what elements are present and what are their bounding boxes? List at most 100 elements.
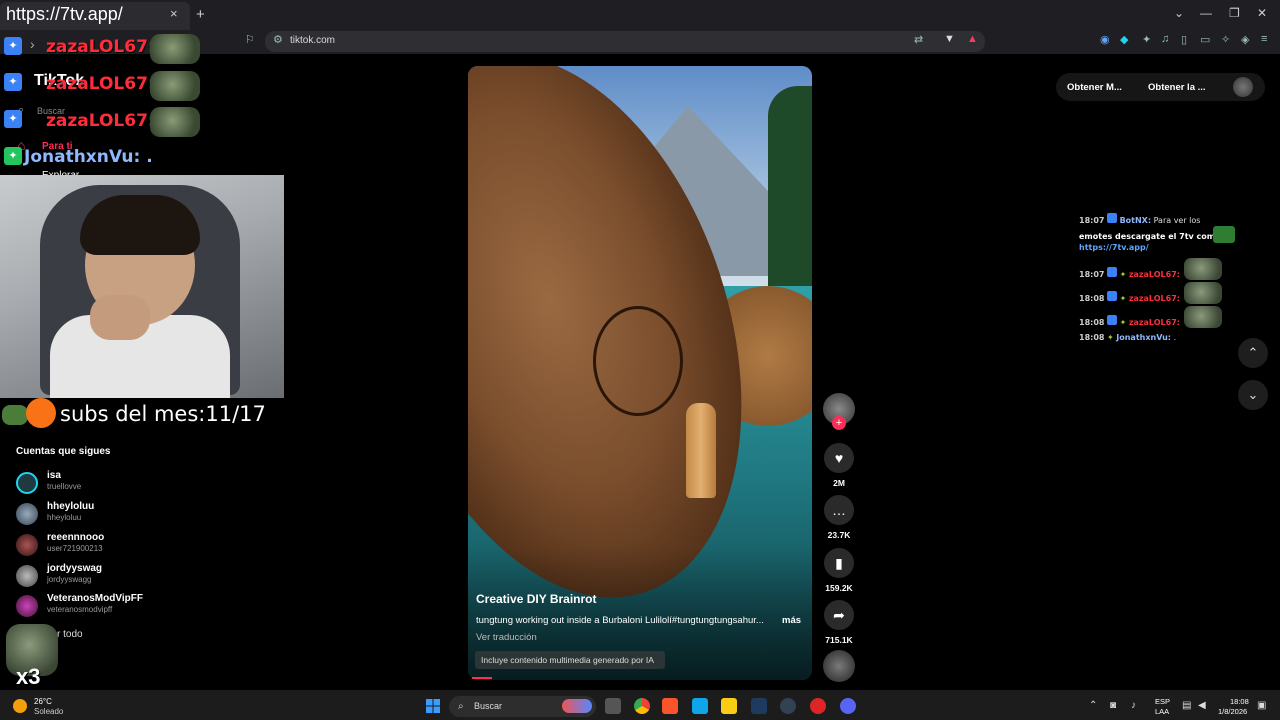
follow-plus-icon[interactable]: + bbox=[832, 416, 846, 430]
account-name: VeteranosModVipFF bbox=[47, 593, 143, 604]
chat-badge-icon: ✦ bbox=[4, 73, 22, 91]
steam-icon[interactable] bbox=[751, 698, 767, 714]
tab-close-icon[interactable]: × bbox=[170, 6, 178, 21]
following-account[interactable]: VeteranosModVipFF veteranosmodvipff bbox=[16, 593, 156, 621]
webcam-person-hand bbox=[90, 295, 150, 340]
following-account[interactable]: isa truellovve bbox=[16, 470, 156, 498]
close-window-button[interactable]: ✕ bbox=[1257, 6, 1267, 20]
brave-rewards-icon[interactable]: ▲ bbox=[967, 33, 978, 45]
translate-link[interactable]: Ver traducción bbox=[476, 632, 537, 643]
brave-icon[interactable] bbox=[662, 698, 678, 714]
weather-desc[interactable]: Soleado bbox=[34, 707, 63, 716]
clock-date[interactable]: 1/8/2026 bbox=[1218, 707, 1247, 716]
video-player[interactable] bbox=[468, 66, 812, 680]
wallet-icon[interactable]: ▭ bbox=[1200, 33, 1210, 46]
weather-temp[interactable]: 26°C bbox=[34, 697, 52, 706]
microphone-icon[interactable]: ♪ bbox=[1131, 700, 1136, 711]
avatar bbox=[16, 534, 38, 556]
webcam-person-hair bbox=[80, 195, 200, 255]
tab-bar bbox=[0, 0, 1280, 30]
url-text[interactable]: tiktok.com bbox=[290, 35, 335, 46]
extension-icon[interactable]: ◆ bbox=[1120, 33, 1128, 46]
chat-link[interactable]: https://7tv.app/ bbox=[1079, 243, 1149, 252]
ai-icon[interactable]: ✧ bbox=[1221, 33, 1230, 46]
chat-line: 18:07 ✦ zazaLOL67: bbox=[1079, 267, 1180, 279]
account-handle: jordyyswagg bbox=[47, 575, 92, 584]
video-coconut-door bbox=[593, 306, 683, 416]
chat-badge-icon bbox=[1107, 315, 1118, 325]
like-button[interactable]: ♥ bbox=[824, 443, 854, 473]
get-app-button[interactable]: Obtener la ... bbox=[1148, 82, 1206, 93]
store-icon[interactable] bbox=[692, 698, 708, 714]
webcam-feed bbox=[0, 175, 284, 398]
chat-user: zazaLOL67: bbox=[1128, 318, 1180, 327]
chat-badge-icon: ✦ bbox=[4, 110, 22, 128]
sidebar-icon[interactable]: ▯ bbox=[1181, 33, 1187, 46]
account-name: hheyloluu bbox=[47, 501, 95, 512]
emote-icon bbox=[150, 34, 200, 64]
chat-line: 18:07 BotNX: Para ver los bbox=[1079, 213, 1200, 225]
task-view-icon[interactable] bbox=[605, 698, 621, 714]
keyboard-layout[interactable]: LAA bbox=[1155, 707, 1169, 716]
network-icon[interactable]: ▤ bbox=[1182, 700, 1191, 711]
chat-user: zazaLOL67: bbox=[1128, 270, 1180, 279]
search-highlight-icon bbox=[562, 699, 592, 713]
following-account[interactable]: hheyloluu hheyloluu bbox=[16, 501, 156, 529]
pepe-emote-icon bbox=[2, 405, 28, 425]
language-indicator[interactable]: ESP bbox=[1155, 697, 1170, 706]
comment-button[interactable]: … bbox=[824, 495, 854, 525]
shield-icon[interactable]: ▼ bbox=[944, 33, 955, 45]
menu-icon[interactable]: ≡ bbox=[1261, 33, 1267, 45]
profile-avatar[interactable] bbox=[1233, 77, 1253, 97]
forward-icon: › bbox=[30, 36, 35, 52]
maximize-button[interactable]: ❐ bbox=[1229, 6, 1240, 20]
music-icon[interactable]: ♫ bbox=[1161, 33, 1169, 45]
following-account[interactable]: jordyyswag jordyyswagg bbox=[16, 563, 156, 591]
video-tungtung-figure bbox=[686, 403, 716, 498]
file-explorer-icon[interactable] bbox=[721, 698, 737, 714]
overlay-chat-name: zazaLOL67: bbox=[46, 37, 155, 57]
account-handle: truellovve bbox=[47, 482, 82, 491]
tab-search-icon[interactable]: ⌄ bbox=[1174, 6, 1184, 20]
notifications-icon[interactable]: ▣ bbox=[1257, 700, 1266, 711]
bookmark-icon[interactable]: ⚐ bbox=[245, 33, 255, 46]
next-video-button[interactable]: ⌄ bbox=[1238, 380, 1268, 410]
account-handle: user721900213 bbox=[47, 544, 103, 553]
volume-icon[interactable]: ◀ bbox=[1198, 700, 1206, 711]
tab-title[interactable]: https://7tv.app/ bbox=[6, 4, 123, 25]
save-button[interactable]: ▮ bbox=[824, 548, 854, 578]
music-disc[interactable] bbox=[823, 650, 855, 682]
windows-start-icon[interactable] bbox=[426, 699, 440, 713]
site-settings-icon[interactable]: ⚙ bbox=[273, 33, 283, 46]
following-account[interactable]: reeennnooo user721900213 bbox=[16, 532, 156, 560]
minimize-button[interactable]: — bbox=[1200, 6, 1212, 20]
opera-icon[interactable] bbox=[810, 698, 826, 714]
translate-icon[interactable]: ⇄ bbox=[914, 33, 923, 46]
clock-time[interactable]: 18:08 bbox=[1230, 697, 1249, 706]
address-bar[interactable] bbox=[265, 31, 985, 52]
tray-expand-icon[interactable]: ⌃ bbox=[1089, 700, 1097, 711]
emote-multiplier: x3 bbox=[16, 664, 41, 689]
see-all-link[interactable]: r todo bbox=[57, 629, 83, 640]
get-app-button[interactable]: Obtener M... bbox=[1067, 82, 1122, 93]
more-button[interactable]: más bbox=[782, 615, 801, 626]
edge-icon[interactable] bbox=[780, 698, 796, 714]
comment-count: 23.7K bbox=[827, 530, 851, 540]
emote-icon bbox=[1184, 258, 1222, 280]
chrome-icon[interactable] bbox=[634, 698, 650, 714]
video-progress-bar[interactable] bbox=[472, 677, 492, 679]
discord-icon[interactable] bbox=[840, 698, 856, 714]
vpn-icon[interactable]: ◈ bbox=[1241, 33, 1249, 46]
emote-icon bbox=[1184, 306, 1222, 328]
weather-sun-icon[interactable] bbox=[13, 699, 27, 713]
overlay-chat-name: zazaLOL67: bbox=[46, 111, 155, 131]
previous-video-button[interactable]: ⌃ bbox=[1238, 338, 1268, 368]
share-count: 715.1K bbox=[825, 635, 853, 645]
audio-icon[interactable]: ◉ bbox=[1100, 33, 1110, 46]
new-tab-button[interactable]: + bbox=[196, 6, 205, 23]
video-author[interactable]: Creative DIY Brainrot bbox=[476, 592, 597, 606]
share-button[interactable]: ➦ bbox=[824, 600, 854, 630]
chat-line: 18:08 ✦ zazaLOL67: bbox=[1079, 315, 1180, 327]
discord-tray-icon[interactable]: ◙ bbox=[1110, 700, 1116, 711]
puzzle-icon[interactable]: ✦ bbox=[1142, 33, 1151, 46]
